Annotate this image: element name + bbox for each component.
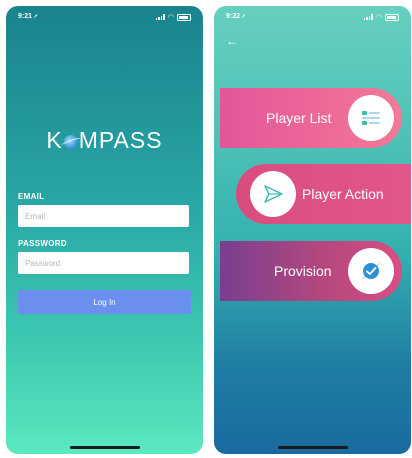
player-list-label: Player List xyxy=(266,110,332,126)
status-icons: ◠ xyxy=(155,13,191,21)
player-action-button[interactable]: Player Action xyxy=(236,164,411,224)
email-field[interactable] xyxy=(18,205,189,227)
home-indicator xyxy=(69,446,140,449)
menu-screen: 9:22➚ ◠ ← Player List Player Action Prov… xyxy=(214,6,411,454)
player-list-button[interactable]: Player List xyxy=(220,88,402,148)
home-indicator xyxy=(277,446,348,449)
status-time: 9:22➚ xyxy=(226,13,247,20)
signal-icon xyxy=(363,14,373,20)
battery-icon xyxy=(385,13,399,21)
password-label: PASSWORD xyxy=(18,239,67,248)
wifi-icon: ◠ xyxy=(167,14,174,21)
checkmark-icon xyxy=(348,248,394,294)
player-action-label: Player Action xyxy=(302,186,384,202)
password-field[interactable] xyxy=(18,252,189,274)
login-screen: 9:21➚ ◠ KMPASS EMAIL PASSWORD Log In xyxy=(6,6,203,454)
globe-icon xyxy=(63,135,78,149)
signal-icon xyxy=(155,14,165,20)
back-arrow-icon[interactable]: ← xyxy=(226,34,238,48)
status-bar: 9:22➚ ◠ xyxy=(214,13,411,25)
provision-button[interactable]: Provision xyxy=(220,241,402,301)
provision-label: Provision xyxy=(274,263,332,279)
status-bar: 9:21➚ ◠ xyxy=(6,13,203,25)
status-time: 9:21➚ xyxy=(18,13,39,20)
list-icon xyxy=(348,95,394,141)
wifi-icon: ◠ xyxy=(375,14,382,21)
send-icon xyxy=(250,171,296,217)
status-icons: ◠ xyxy=(363,13,399,21)
battery-icon xyxy=(177,13,191,21)
email-label: EMAIL xyxy=(18,192,45,201)
app-logo: K MPASS xyxy=(46,127,163,153)
login-button[interactable]: Log In xyxy=(18,290,191,314)
